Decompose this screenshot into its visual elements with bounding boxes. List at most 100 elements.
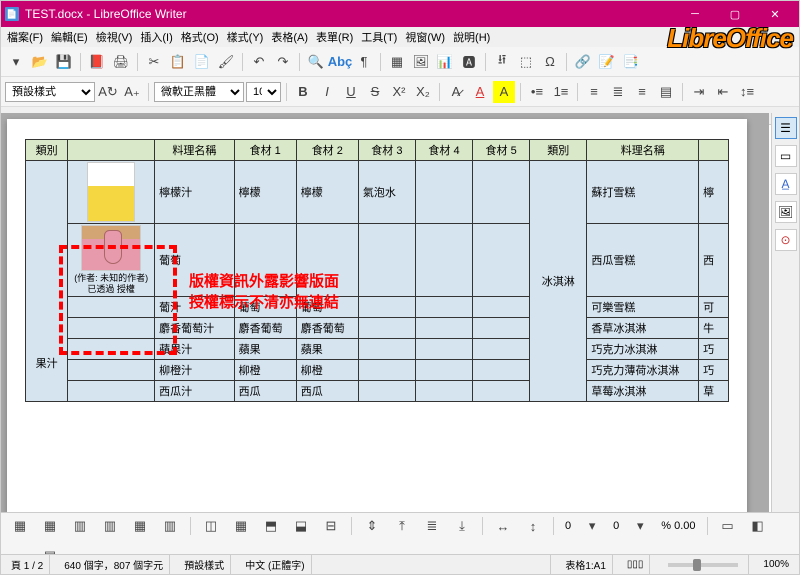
insert-row-above-button[interactable]: ▦	[7, 513, 33, 539]
dec-indent-button[interactable]: ▾	[579, 513, 605, 539]
cell-ing[interactable]: 檸檬	[296, 161, 358, 224]
th-category-left[interactable]: 類別	[26, 140, 68, 161]
cell-ing[interactable]	[358, 338, 415, 359]
underline-button[interactable]: U	[340, 81, 362, 103]
bold-button[interactable]: B	[292, 81, 314, 103]
menu-file[interactable]: 檔案(F)	[3, 27, 47, 47]
paste-button[interactable]: 📄	[191, 51, 213, 73]
th-image[interactable]	[68, 140, 155, 161]
clone-format-button[interactable]: 🖌	[215, 51, 237, 73]
cell-ing[interactable]	[473, 224, 530, 297]
sidebar-styles-button[interactable]: A̲	[775, 173, 797, 195]
cell-dish-r[interactable]: 可樂雪糕	[587, 296, 699, 317]
cell-img[interactable]	[68, 317, 155, 338]
cell-dish[interactable]: 柳橙汁	[155, 359, 234, 380]
cell-img[interactable]	[68, 338, 155, 359]
export-pdf-button[interactable]: 📕	[86, 51, 108, 73]
new-style-button[interactable]: A₊	[121, 81, 143, 103]
select-table-button[interactable]: ▦	[228, 513, 254, 539]
sidebar-gallery-button[interactable]: 🖼	[775, 201, 797, 223]
menu-tools[interactable]: 工具(T)	[357, 27, 401, 47]
cell-dish-r[interactable]: 蘇打雪糕	[587, 161, 699, 224]
cell-img[interactable]	[68, 359, 155, 380]
increase-indent-button[interactable]: ⇥	[688, 81, 710, 103]
cell-ing[interactable]: 柳橙	[234, 359, 296, 380]
copy-button[interactable]: 📋	[167, 51, 189, 73]
cell-extra[interactable]: 草	[699, 380, 729, 401]
menu-table[interactable]: 表格(A)	[267, 27, 312, 47]
cell-ing[interactable]	[473, 359, 530, 380]
menu-form[interactable]: 表單(R)	[312, 27, 357, 47]
undo-button[interactable]: ↶	[248, 51, 270, 73]
cell-dish-r[interactable]: 西瓜雪糕	[587, 224, 699, 297]
strikethrough-button[interactable]: S	[364, 81, 386, 103]
cell-ing[interactable]	[415, 338, 472, 359]
status-zoom[interactable]: 100%	[757, 555, 795, 574]
cell-ing[interactable]	[473, 338, 530, 359]
insert-chart-button[interactable]: 📊	[434, 51, 456, 73]
cell-category-left[interactable]: 果汁	[26, 161, 68, 402]
cell-ing[interactable]	[358, 380, 415, 401]
zoom-slider[interactable]	[658, 555, 749, 574]
status-view-mode[interactable]: ▯▯▯	[621, 555, 651, 574]
cell-category-right[interactable]: 冰淇淋	[530, 161, 587, 402]
insert-col-left-button[interactable]: ▥	[67, 513, 93, 539]
status-cell[interactable]: 表格1:A1	[559, 555, 613, 574]
footnote-button[interactable]: 📝	[596, 51, 618, 73]
menu-format[interactable]: 格式(O)	[177, 27, 223, 47]
insert-symbol-button[interactable]: Ω	[539, 51, 561, 73]
bookmark-button[interactable]: 📑	[620, 51, 642, 73]
cell-extra[interactable]: 巧	[699, 359, 729, 380]
insert-table-button[interactable]: ▦	[386, 51, 408, 73]
th-ing2[interactable]: 食材 2	[296, 140, 358, 161]
cell-extra[interactable]: 牛	[699, 317, 729, 338]
cell-extra[interactable]: 西	[699, 224, 729, 297]
open-button[interactable]: 📂	[29, 51, 51, 73]
cell-dish-r[interactable]: 香草冰淇淋	[587, 317, 699, 338]
cell-ing[interactable]: 麝香葡萄	[234, 317, 296, 338]
save-button[interactable]: 💾	[53, 51, 75, 73]
split-cells-button[interactable]: ⬓	[288, 513, 314, 539]
align-top-button[interactable]: ⤒	[389, 513, 415, 539]
menu-window[interactable]: 視窗(W)	[401, 27, 449, 47]
align-bottom-button[interactable]: ⤓	[449, 513, 475, 539]
optimize-button[interactable]: ⇕	[359, 513, 385, 539]
cell-ing[interactable]: 西瓜	[296, 380, 358, 401]
cell-ing[interactable]	[358, 296, 415, 317]
cell-ing[interactable]	[415, 296, 472, 317]
number-list-button[interactable]: 1≡	[550, 81, 572, 103]
row-height-button[interactable]: ↔	[490, 513, 516, 539]
print-button[interactable]: 🖨	[110, 51, 132, 73]
status-page[interactable]: 頁 1 / 2	[5, 555, 50, 574]
menu-styles[interactable]: 樣式(Y)	[223, 27, 268, 47]
font-size-select[interactable]: 10	[246, 82, 281, 102]
cell-ing[interactable]	[415, 161, 472, 224]
cell-extra[interactable]: 可	[699, 296, 729, 317]
new-button[interactable]: ▾	[5, 51, 27, 73]
cell-ing[interactable]: 蘋果	[296, 338, 358, 359]
status-style[interactable]: 預設樣式	[178, 555, 231, 574]
insert-image-button[interactable]: 🖼	[410, 51, 432, 73]
cell-dish[interactable]: 麝香葡萄汁	[155, 317, 234, 338]
cell-ing[interactable]	[358, 359, 415, 380]
cell-dish-r[interactable]: 巧克力薄荷冰淇淋	[587, 359, 699, 380]
th-ing1[interactable]: 食材 1	[234, 140, 296, 161]
th-extra[interactable]	[699, 140, 729, 161]
align-center-button[interactable]: ≣	[607, 81, 629, 103]
sidebar-properties-button[interactable]: ☰	[775, 117, 797, 139]
menu-insert[interactable]: 插入(I)	[136, 27, 176, 47]
select-cell-button[interactable]: ◫	[198, 513, 224, 539]
th-ing4[interactable]: 食材 4	[415, 140, 472, 161]
cell-dish[interactable]: 蘋果汁	[155, 338, 234, 359]
align-left-button[interactable]: ≡	[583, 81, 605, 103]
cell-ing[interactable]	[473, 380, 530, 401]
cell-ing[interactable]	[415, 317, 472, 338]
cell-ing[interactable]	[358, 224, 415, 297]
clear-format-button[interactable]: A̷	[445, 81, 467, 103]
cell-ing[interactable]	[415, 224, 472, 297]
highlight-button[interactable]: A	[493, 81, 515, 103]
justify-button[interactable]: ▤	[655, 81, 677, 103]
split-table-button[interactable]: ⊟	[318, 513, 344, 539]
inc-indent-button[interactable]: ▾	[627, 513, 653, 539]
cut-button[interactable]: ✂	[143, 51, 165, 73]
